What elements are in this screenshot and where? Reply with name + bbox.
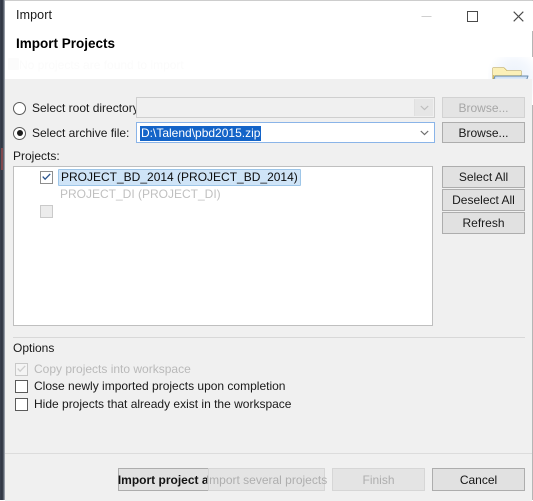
source-row-root-directory: Select root directory: Browse... <box>5 97 532 119</box>
checkbox-hide-existing-projects[interactable]: Hide projects that already exist in the … <box>15 395 291 413</box>
browse-root-directory-button[interactable]: Browse... <box>442 97 525 118</box>
projects-label: Projects: <box>13 149 60 163</box>
options-separator <box>13 337 525 338</box>
dialog-footer: Import project as Import several project… <box>5 453 532 501</box>
chevron-down-icon <box>414 99 433 116</box>
chevron-down-icon[interactable] <box>415 124 433 141</box>
radio-select-root-directory[interactable]: Select root directory: <box>13 99 142 117</box>
project-checkbox <box>40 204 53 218</box>
check-icon <box>17 365 26 373</box>
title-bar: Import <box>5 1 533 31</box>
checkbox-indicator <box>15 362 28 376</box>
root-directory-combo[interactable] <box>136 97 435 118</box>
edge-accent-mark <box>1 148 3 170</box>
check-icon <box>42 173 51 181</box>
select-all-button[interactable]: Select All <box>442 166 525 188</box>
radio-archive-file-label: Select archive file: <box>32 126 130 140</box>
checkbox-copy-projects-into-workspace: Copy projects into workspace <box>15 360 191 378</box>
list-item: PROJECT_DI (PROJECT_DI) <box>14 186 221 218</box>
page-title: Import Projects <box>16 36 116 51</box>
radio-archive-file-indicator <box>13 126 26 140</box>
projects-list[interactable]: PROJECT_BD_2014 (PROJECT_BD_2014) PROJEC… <box>13 166 433 326</box>
maximize-button[interactable] <box>449 1 495 31</box>
close-icon <box>512 10 524 22</box>
checkbox-label: Close newly imported projects upon compl… <box>34 379 286 393</box>
import-projects-dialog-window: Import Import Projects No projects are f… <box>0 0 533 501</box>
checkbox-label: Copy projects into workspace <box>34 362 191 376</box>
dialog-frame: Import Import Projects No projects are f… <box>5 0 533 501</box>
checkbox-close-newly-imported-projects[interactable]: Close newly imported projects upon compl… <box>15 377 285 395</box>
options-group-title: Options <box>13 341 55 355</box>
header-status-message: No projects are found to import <box>19 58 184 72</box>
archive-file-value: D:\Talend\pbd2015.zip <box>140 126 262 141</box>
radio-root-directory-label: Select root directory: <box>32 101 143 115</box>
checkbox-indicator <box>15 397 28 411</box>
refresh-button[interactable]: Refresh <box>442 212 525 234</box>
checkbox-indicator <box>15 379 28 393</box>
cancel-button[interactable]: Cancel <box>432 468 525 491</box>
radio-select-archive-file[interactable]: Select archive file: <box>13 124 129 142</box>
minimize-icon <box>421 11 432 22</box>
checkbox-label: Hide projects that already exist in the … <box>34 397 292 411</box>
maximize-icon <box>466 10 478 22</box>
project-checkbox[interactable] <box>40 170 53 184</box>
import-several-projects-button: Import several projects <box>206 468 327 491</box>
dialog-body: Select root directory: Browse... Select … <box>5 79 532 453</box>
deselect-all-button[interactable]: Deselect All <box>442 189 525 211</box>
window-title: Import <box>16 8 53 22</box>
archive-file-combo[interactable]: D:\Talend\pbd2015.zip <box>136 122 435 143</box>
info-status-icon <box>8 58 19 70</box>
minimize-button[interactable] <box>403 1 449 31</box>
list-item-label: PROJECT_BD_2014 (PROJECT_BD_2014) <box>58 169 301 186</box>
dialog-header: Import Projects No projects are found to… <box>5 31 533 105</box>
import-project-as-button[interactable]: Import project as <box>118 468 215 491</box>
radio-root-directory-indicator <box>13 101 26 115</box>
source-row-archive-file: Select archive file: D:\Talend\pbd2015.z… <box>5 122 532 144</box>
list-item[interactable]: PROJECT_BD_2014 (PROJECT_BD_2014) <box>14 169 301 186</box>
browse-archive-file-button[interactable]: Browse... <box>442 122 525 143</box>
finish-button: Finish <box>332 468 425 491</box>
list-item-label: PROJECT_DI (PROJECT_DI) <box>60 187 221 201</box>
close-button[interactable] <box>495 1 533 31</box>
